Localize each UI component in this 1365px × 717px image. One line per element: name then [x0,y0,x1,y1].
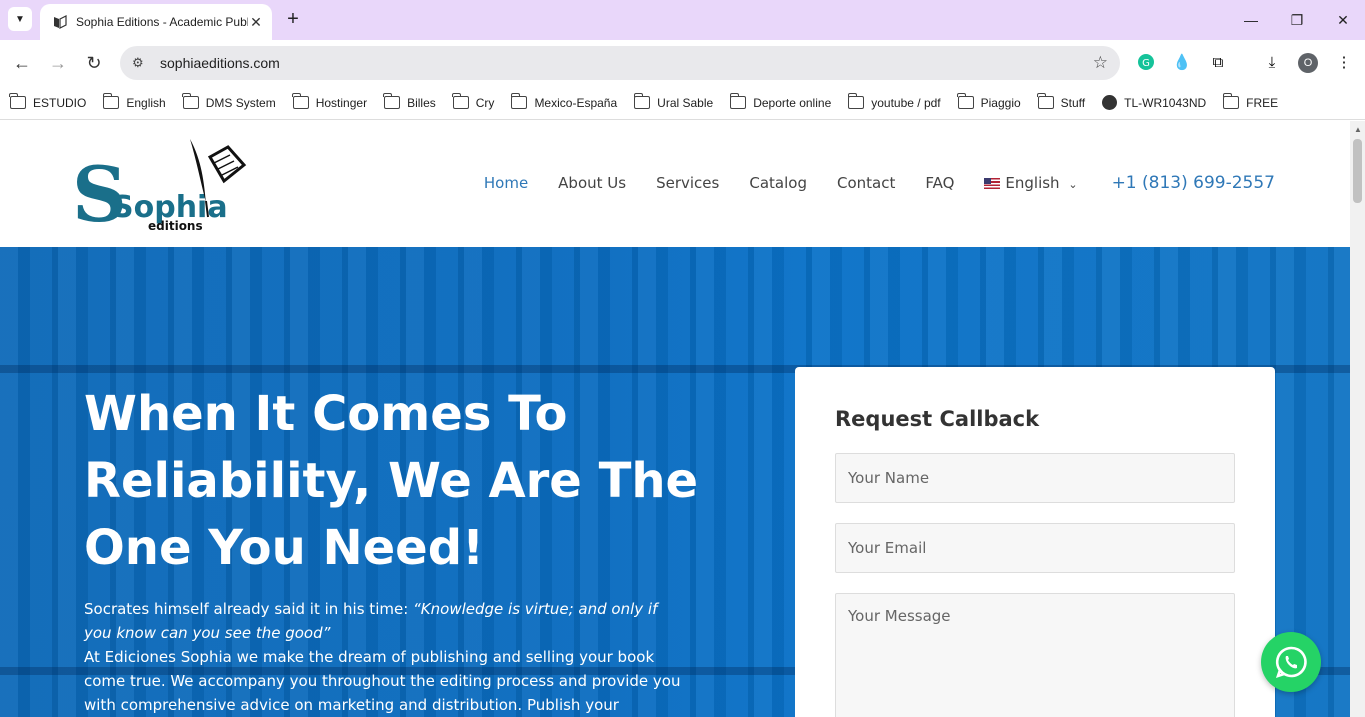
request-callback-form: Request Callback [795,367,1275,717]
folder-icon [957,93,974,109]
bookmark-folder[interactable]: DMS System [182,93,276,110]
nav-services[interactable]: Services [656,174,719,192]
language-selector[interactable]: English ⌄ [984,174,1078,192]
svg-text:editions: editions [148,219,203,233]
profile-avatar[interactable]: O [1298,53,1318,73]
message-textarea[interactable] [835,593,1235,717]
folder-icon [510,93,528,109]
whatsapp-icon [1275,646,1307,679]
sophia-editions-logo[interactable]: S Sophia editions [72,135,252,235]
us-flag-icon [984,178,1001,189]
bookmark-folder[interactable]: Mexico-España [510,93,617,110]
nav-home[interactable]: Home [484,174,528,192]
folder-icon [633,93,651,109]
url-text[interactable]: sophiaeditions.com [160,55,1093,71]
site-header: S Sophia editions Home About Us Services… [0,121,1350,247]
nav-contact[interactable]: Contact [837,174,895,192]
address-bar[interactable]: ⚙ sophiaeditions.com ☆ [120,46,1120,80]
nav-faq[interactable]: FAQ [925,174,954,192]
bookmark-folder[interactable]: Deporte online [729,93,831,110]
bookmark-folder[interactable]: English [102,93,166,110]
bookmark-star-icon[interactable]: ☆ [1093,53,1108,73]
new-tab-button[interactable]: + [282,8,304,30]
nav-catalog[interactable]: Catalog [749,174,807,192]
scroll-thumb[interactable] [1353,139,1362,203]
downloads-icon[interactable]: ⤓ [1262,53,1282,73]
tab-title: Sophia Editions - Academic Publ [76,15,248,29]
hero-description: Socrates himself already said it in his … [84,600,681,714]
folder-icon [452,93,469,109]
hero-title: When It Comes To Reliability, We Are The… [84,386,699,576]
bookmark-folder[interactable]: Ural Sable [633,93,713,110]
browser-tab-strip: ▼ Sophia Editions - Academic Publ ✕ + — … [0,0,1365,40]
bookmark-folder[interactable]: FREE [1222,93,1278,110]
email-input[interactable] [835,523,1235,573]
book-favicon-icon [54,15,67,29]
folder-icon [292,93,309,109]
browser-tab-active[interactable]: Sophia Editions - Academic Publ ✕ [40,4,272,40]
chevron-down-icon: ⌄ [1068,178,1078,191]
close-tab-icon[interactable]: ✕ [248,14,264,31]
globe-icon [1102,95,1118,110]
folder-icon [182,93,199,109]
folder-icon [9,93,26,109]
back-arrow-icon[interactable]: ← [9,50,35,76]
bookmarks-bar: ESTUDIO English DMS System Hostinger Bil… [0,86,1365,120]
phone-link[interactable]: +1 (813) 699-2557 [1112,173,1275,193]
tab-search-chevron-icon[interactable]: ▼ [8,7,32,31]
folder-icon [1222,93,1240,109]
bookmark-folder[interactable]: youtube / pdf [847,93,941,110]
drop-extension-icon[interactable]: 💧 [1172,53,1192,73]
minimize-icon[interactable]: — [1239,8,1263,32]
callback-title: Request Callback [835,407,1040,431]
extensions-puzzle-icon[interactable]: ⧉ [1208,53,1228,73]
name-input[interactable] [835,453,1235,503]
bookmark-link[interactable]: TL-WR1043ND [1102,95,1206,110]
folder-icon [729,93,747,109]
bookmark-folder[interactable]: Hostinger [292,93,367,110]
whatsapp-chat-button[interactable] [1261,632,1321,692]
bookmark-folder[interactable]: Piaggio [957,93,1021,110]
browser-toolbar: ← → ↻ ⚙ sophiaeditions.com ☆ G 💧 ⧉ ⤓ O ⋮ [0,40,1365,86]
grammar-extension-icon[interactable]: G [1136,53,1156,73]
nav-about-us[interactable]: About Us [558,174,626,192]
scroll-up-icon[interactable]: ▲ [1354,125,1362,134]
web-page: S Sophia editions Home About Us Services… [0,121,1350,717]
reload-icon[interactable]: ↻ [81,50,107,76]
main-nav: Home About Us Services Catalog Contact F… [454,173,1275,193]
folder-icon [847,93,865,109]
menu-kebab-icon[interactable]: ⋮ [1334,53,1354,73]
close-window-icon[interactable]: ✕ [1331,8,1355,32]
bookmark-folder[interactable]: Billes [383,93,436,110]
folder-icon [383,93,401,109]
forward-arrow-icon[interactable]: → [45,50,71,76]
bookmark-folder[interactable]: ESTUDIO [9,93,86,110]
bookmark-folder[interactable]: Cry [452,93,494,110]
language-label: English [1005,174,1060,192]
hero-section: When It Comes To Reliability, We Are The… [0,247,1350,717]
site-settings-icon[interactable]: ⚙ [132,55,152,71]
restore-icon[interactable]: ❐ [1285,8,1309,32]
folder-icon [1037,93,1054,109]
folder-icon [102,93,120,109]
bookmark-folder[interactable]: Stuff [1037,93,1085,110]
svg-text:G: G [1142,58,1150,69]
page-scrollbar[interactable]: ▲ [1350,121,1365,717]
